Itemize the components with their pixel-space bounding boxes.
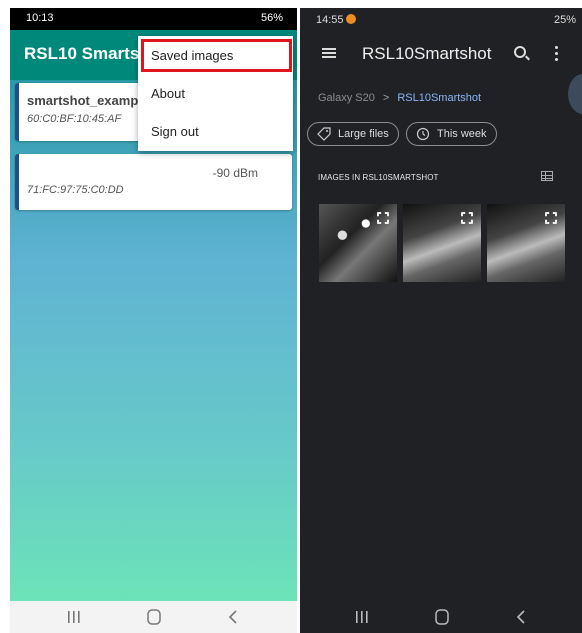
overflow-menu: Saved images About Sign out (138, 36, 293, 151)
top-app-bar: RSL10Smartshot (300, 34, 582, 74)
device-rssi: -90 dBm (212, 166, 258, 180)
device-card[interactable]: -90 dBm 71:FC:97:75:C0:DD (15, 154, 292, 210)
left-phone-screen: 10:13 56% RSL10 Smartshot smartshot_exam… (10, 8, 297, 633)
recent-apps-icon[interactable] (350, 608, 374, 626)
filter-chip-label: Large files (338, 128, 389, 140)
section-header: IMAGES IN RSL10SMARTSHOT (318, 173, 439, 182)
status-bar: 14:55 25% (300, 8, 582, 30)
back-icon[interactable] (222, 608, 246, 626)
image-thumbnail[interactable] (319, 204, 397, 282)
list-view-icon[interactable] (541, 171, 553, 181)
expand-icon[interactable] (377, 212, 389, 224)
menu-item-sign-out[interactable]: Sign out (138, 114, 293, 150)
status-battery: 25% (553, 14, 576, 26)
more-options-icon[interactable] (555, 46, 559, 62)
menu-icon[interactable] (322, 48, 336, 58)
menu-item-about[interactable]: About (138, 76, 293, 112)
expand-icon[interactable] (545, 212, 557, 224)
image-thumbnail[interactable] (403, 204, 481, 282)
device-mac: 60:C0:BF:10:45:AF (27, 113, 122, 125)
recent-apps-icon[interactable] (62, 608, 86, 626)
status-time: 14:55 (316, 14, 344, 26)
folder-title: RSL10Smartshot (362, 44, 492, 63)
device-name: smartshot_example (27, 93, 150, 108)
device-mac: 71:FC:97:75:C0:DD (27, 184, 124, 196)
edge-panel-handle[interactable] (568, 74, 582, 114)
filter-chip-this-week[interactable]: This week (406, 122, 497, 146)
home-icon[interactable] (430, 608, 454, 626)
back-icon[interactable] (510, 608, 534, 626)
highlight-box (141, 39, 292, 72)
home-icon[interactable] (142, 608, 166, 626)
status-time: 10:13 (26, 12, 54, 24)
tag-icon (317, 127, 331, 141)
notification-icon (346, 14, 356, 24)
search-icon[interactable] (514, 46, 526, 58)
breadcrumb-separator: > (382, 92, 390, 104)
right-phone-screen: 14:55 25% RSL10Smartshot Galaxy S20 > RSL1… (300, 8, 582, 633)
navigation-bar (10, 601, 297, 633)
filter-chip-large-files[interactable]: Large files (307, 122, 399, 146)
navigation-bar (300, 601, 582, 633)
status-bar: 10:13 56% (10, 8, 297, 30)
history-icon (416, 127, 430, 141)
image-thumbnail[interactable] (487, 204, 565, 282)
breadcrumb: Galaxy S20 > RSL10Smartshot (318, 92, 481, 104)
breadcrumb-current[interactable]: RSL10Smartshot (397, 92, 481, 104)
breadcrumb-parent[interactable]: Galaxy S20 (318, 92, 375, 104)
status-battery: 56% (260, 12, 283, 24)
expand-icon[interactable] (461, 212, 473, 224)
filter-chip-label: This week (437, 128, 487, 140)
